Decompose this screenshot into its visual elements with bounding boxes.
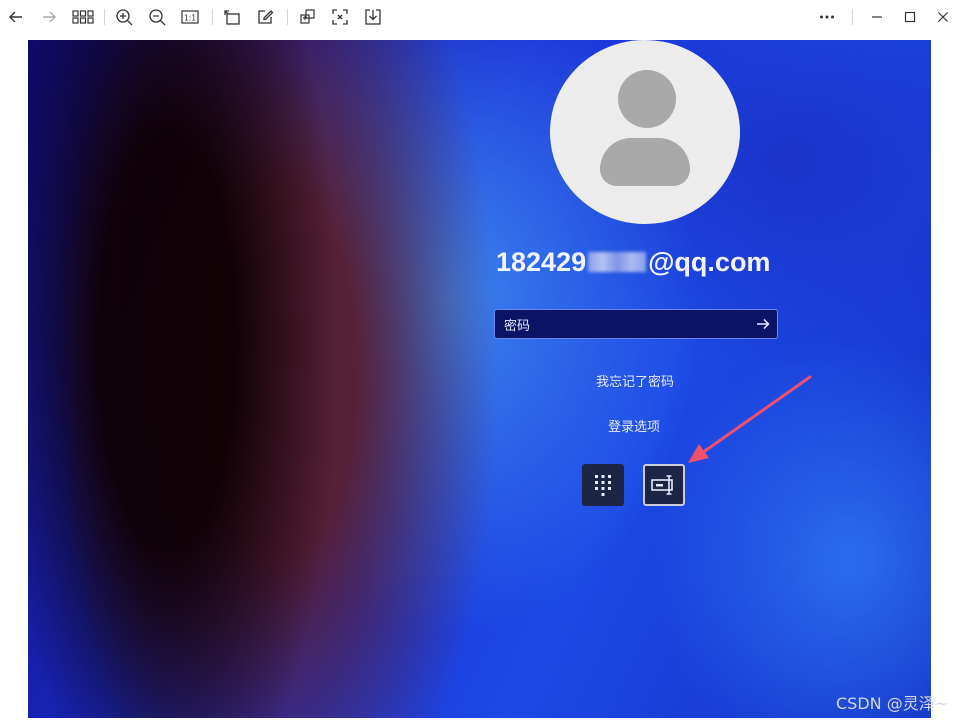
download-icon[interactable] [361, 5, 385, 29]
actual-size-icon[interactable]: 1:1 [178, 5, 202, 29]
edit-icon[interactable] [253, 5, 277, 29]
minimize-icon[interactable] [865, 5, 889, 29]
forward-icon[interactable] [37, 5, 61, 29]
actual-size-label: 1:1 [184, 14, 196, 23]
more-icon[interactable] [815, 5, 839, 29]
grid-icon[interactable] [70, 5, 96, 29]
zoom-in-icon[interactable] [112, 5, 136, 29]
back-icon[interactable] [4, 5, 28, 29]
zoom-out-icon[interactable] [145, 5, 169, 29]
toolbar-divider [287, 9, 288, 25]
close-icon[interactable] [931, 5, 955, 29]
login-screen-photo: 182429 @qq.com 密码 我忘记了密码 登录选项 [28, 40, 931, 718]
csdn-watermark: CSDN @灵泽~ [836, 694, 949, 713]
toolbar-divider [852, 9, 853, 25]
image-viewer-canvas: 182429 @qq.com 密码 我忘记了密码 登录选项 [0, 34, 960, 720]
screenshot-icon[interactable] [328, 5, 352, 29]
rotate-icon[interactable] [220, 5, 244, 29]
copy-icon[interactable] [295, 5, 319, 29]
annotation-arrow [688, 375, 812, 463]
viewer-toolbar: 1:1 [0, 0, 960, 34]
maximize-icon[interactable] [898, 5, 922, 29]
toolbar-divider [212, 9, 213, 25]
toolbar-divider [104, 9, 105, 25]
